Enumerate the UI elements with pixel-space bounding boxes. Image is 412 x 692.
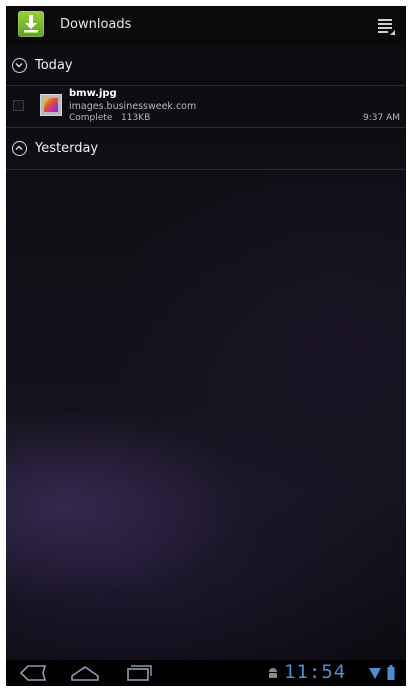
divider bbox=[6, 85, 406, 86]
recent-apps-icon[interactable] bbox=[122, 664, 156, 682]
section-label: Today bbox=[35, 58, 73, 73]
back-icon[interactable] bbox=[16, 664, 50, 682]
battery-icon bbox=[387, 665, 395, 680]
divider bbox=[6, 169, 406, 170]
android-debug-icon bbox=[269, 668, 277, 678]
section-today[interactable]: Today bbox=[6, 51, 406, 81]
chevron-up-icon bbox=[12, 141, 27, 156]
overflow-menu-icon[interactable] bbox=[376, 16, 396, 36]
file-time: 9:37 AM bbox=[363, 113, 400, 123]
section-yesterday[interactable]: Yesterday bbox=[6, 134, 406, 164]
app-title: Downloads bbox=[60, 17, 132, 32]
download-list-item[interactable]: bmw.jpg images.businessweek.com Complete… bbox=[6, 87, 406, 126]
wifi-icon bbox=[369, 668, 381, 679]
divider bbox=[6, 127, 406, 128]
file-status: Complete bbox=[69, 113, 113, 123]
screen: Downloads Today bmw.jpg images.businessw… bbox=[6, 6, 406, 686]
home-icon[interactable] bbox=[68, 664, 102, 682]
status-clock: 11:54 bbox=[284, 661, 347, 683]
download-icon[interactable] bbox=[18, 11, 44, 37]
section-label: Yesterday bbox=[35, 141, 99, 156]
action-bar: Downloads bbox=[6, 6, 406, 46]
chevron-down-icon bbox=[12, 58, 27, 73]
select-checkbox[interactable] bbox=[13, 100, 24, 111]
file-size: 113KB bbox=[121, 113, 151, 123]
system-bar: 11:54 bbox=[6, 660, 406, 686]
file-source: images.businessweek.com bbox=[69, 101, 197, 112]
image-file-icon bbox=[40, 94, 62, 116]
file-name: bmw.jpg bbox=[69, 88, 117, 99]
